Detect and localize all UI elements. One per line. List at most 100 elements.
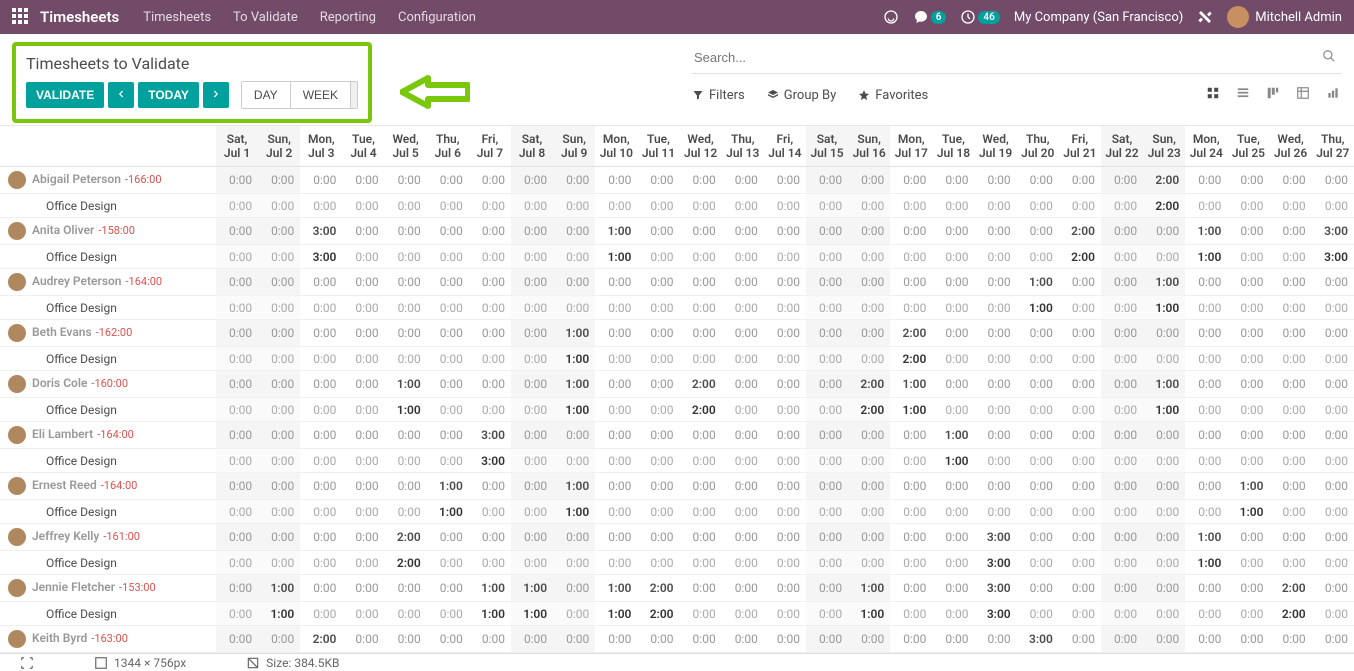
time-cell[interactable]: 0:00 [511,551,553,575]
time-cell[interactable]: 0:00 [258,218,300,245]
time-cell[interactable]: 0:00 [553,167,595,194]
time-cell[interactable]: 0:00 [680,269,722,296]
time-cell[interactable]: 0:00 [848,422,890,449]
time-cell[interactable]: 0:00 [258,245,300,269]
time-cell[interactable]: 0:00 [385,575,427,602]
time-cell[interactable]: 0:00 [1143,449,1185,473]
time-cell[interactable]: 0:00 [469,551,511,575]
employee-row[interactable]: Beth Evans-162:000:000:000:000:000:000:0… [0,320,1354,347]
time-cell[interactable]: 0:00 [342,524,384,551]
time-cell[interactable]: 0:00 [1270,473,1312,500]
time-cell[interactable]: 0:00 [1312,551,1354,575]
time-cell[interactable]: 0:00 [1270,167,1312,194]
time-cell[interactable]: 0:00 [890,449,932,473]
column-header[interactable]: Fri,Jul 14 [764,126,806,167]
time-cell[interactable]: 0:00 [427,602,469,626]
time-cell[interactable]: 0:00 [1270,524,1312,551]
time-cell[interactable]: 0:00 [1185,602,1227,626]
menu-to-validate[interactable]: To Validate [233,10,298,25]
time-cell[interactable]: 0:00 [975,500,1017,524]
time-cell[interactable]: 0:00 [300,524,342,551]
time-cell[interactable]: 0:00 [342,269,384,296]
time-cell[interactable]: 0:00 [764,167,806,194]
time-cell[interactable]: 0:00 [511,371,553,398]
time-cell[interactable]: 0:00 [385,500,427,524]
time-cell[interactable]: 0:00 [1312,500,1354,524]
time-cell[interactable]: 0:00 [1017,524,1059,551]
time-cell[interactable]: 0:00 [1270,218,1312,245]
time-cell[interactable]: 0:00 [1017,602,1059,626]
time-cell[interactable]: 0:00 [1227,320,1269,347]
project-subrow[interactable]: Office Design0:000:000:000:002:000:000:0… [0,551,1354,575]
column-header[interactable]: Wed,Jul 19 [975,126,1017,167]
time-cell[interactable]: 0:00 [764,626,806,653]
time-cell[interactable]: 0:00 [300,500,342,524]
time-cell[interactable]: 0:00 [511,500,553,524]
column-header[interactable]: Thu,Jul 20 [1017,126,1059,167]
time-cell[interactable]: 0:00 [469,473,511,500]
time-cell[interactable]: 0:00 [637,218,679,245]
time-cell[interactable]: 0:00 [216,245,258,269]
time-cell[interactable]: 1:00 [1143,398,1185,422]
time-cell[interactable]: 1:00 [553,320,595,347]
time-cell[interactable]: 0:00 [595,347,637,371]
time-cell[interactable]: 0:00 [637,422,679,449]
time-cell[interactable]: 1:00 [848,602,890,626]
time-cell[interactable]: 0:00 [806,626,848,653]
time-cell[interactable]: 1:00 [595,575,637,602]
time-cell[interactable]: 2:00 [890,320,932,347]
view-pivot-icon[interactable] [1294,84,1312,106]
time-cell[interactable]: 0:00 [637,320,679,347]
time-cell[interactable]: 0:00 [637,167,679,194]
time-cell[interactable]: 0:00 [216,371,258,398]
time-cell[interactable]: 1:00 [848,575,890,602]
time-cell[interactable]: 0:00 [1270,371,1312,398]
groupby-button[interactable]: Group By [767,88,837,103]
project-label[interactable]: Office Design [0,551,216,575]
time-cell[interactable]: 0:00 [848,473,890,500]
time-cell[interactable]: 0:00 [342,575,384,602]
time-cell[interactable]: 0:00 [680,347,722,371]
time-cell[interactable]: 0:00 [722,320,764,347]
project-label[interactable]: Office Design [0,245,216,269]
time-cell[interactable]: 0:00 [342,194,384,218]
time-cell[interactable]: 0:00 [216,320,258,347]
time-cell[interactable]: 0:00 [300,167,342,194]
time-cell[interactable]: 0:00 [469,194,511,218]
time-cell[interactable]: 0:00 [1017,245,1059,269]
time-cell[interactable]: 0:00 [1312,575,1354,602]
employee-row[interactable]: Keith Byrd-163:000:000:002:000:000:000:0… [0,626,1354,653]
time-cell[interactable]: 0:00 [848,245,890,269]
time-cell[interactable]: 0:00 [300,296,342,320]
time-cell[interactable]: 0:00 [216,269,258,296]
time-cell[interactable]: 3:00 [975,602,1017,626]
prev-button[interactable] [108,82,134,108]
column-header[interactable]: Fri,Jul 21 [1059,126,1101,167]
column-header[interactable]: Thu,Jul 27 [1312,126,1354,167]
time-cell[interactable]: 1:00 [258,575,300,602]
time-cell[interactable]: 3:00 [975,575,1017,602]
time-cell[interactable]: 1:00 [1185,524,1227,551]
column-header[interactable]: Fri,Jul 7 [469,126,511,167]
project-label[interactable]: Office Design [0,194,216,218]
time-cell[interactable]: 0:00 [722,296,764,320]
time-cell[interactable]: 0:00 [258,167,300,194]
time-cell[interactable]: 0:00 [848,500,890,524]
time-cell[interactable]: 0:00 [1312,194,1354,218]
time-cell[interactable]: 1:00 [1185,551,1227,575]
time-cell[interactable]: 1:00 [385,398,427,422]
time-cell[interactable]: 0:00 [216,422,258,449]
time-cell[interactable]: 0:00 [637,551,679,575]
time-cell[interactable]: 0:00 [427,269,469,296]
time-cell[interactable]: 0:00 [764,218,806,245]
time-cell[interactable]: 0:00 [890,473,932,500]
time-cell[interactable]: 0:00 [680,245,722,269]
user-menu[interactable]: Mitchell Admin [1227,6,1342,28]
employee-name[interactable]: Jeffrey Kelly-161:00 [0,524,216,551]
time-cell[interactable]: 0:00 [890,218,932,245]
time-cell[interactable]: 0:00 [932,320,974,347]
time-cell[interactable]: 1:00 [469,602,511,626]
time-cell[interactable]: 0:00 [469,320,511,347]
employee-row[interactable]: Jeffrey Kelly-161:000:000:000:000:002:00… [0,524,1354,551]
time-cell[interactable]: 0:00 [553,524,595,551]
